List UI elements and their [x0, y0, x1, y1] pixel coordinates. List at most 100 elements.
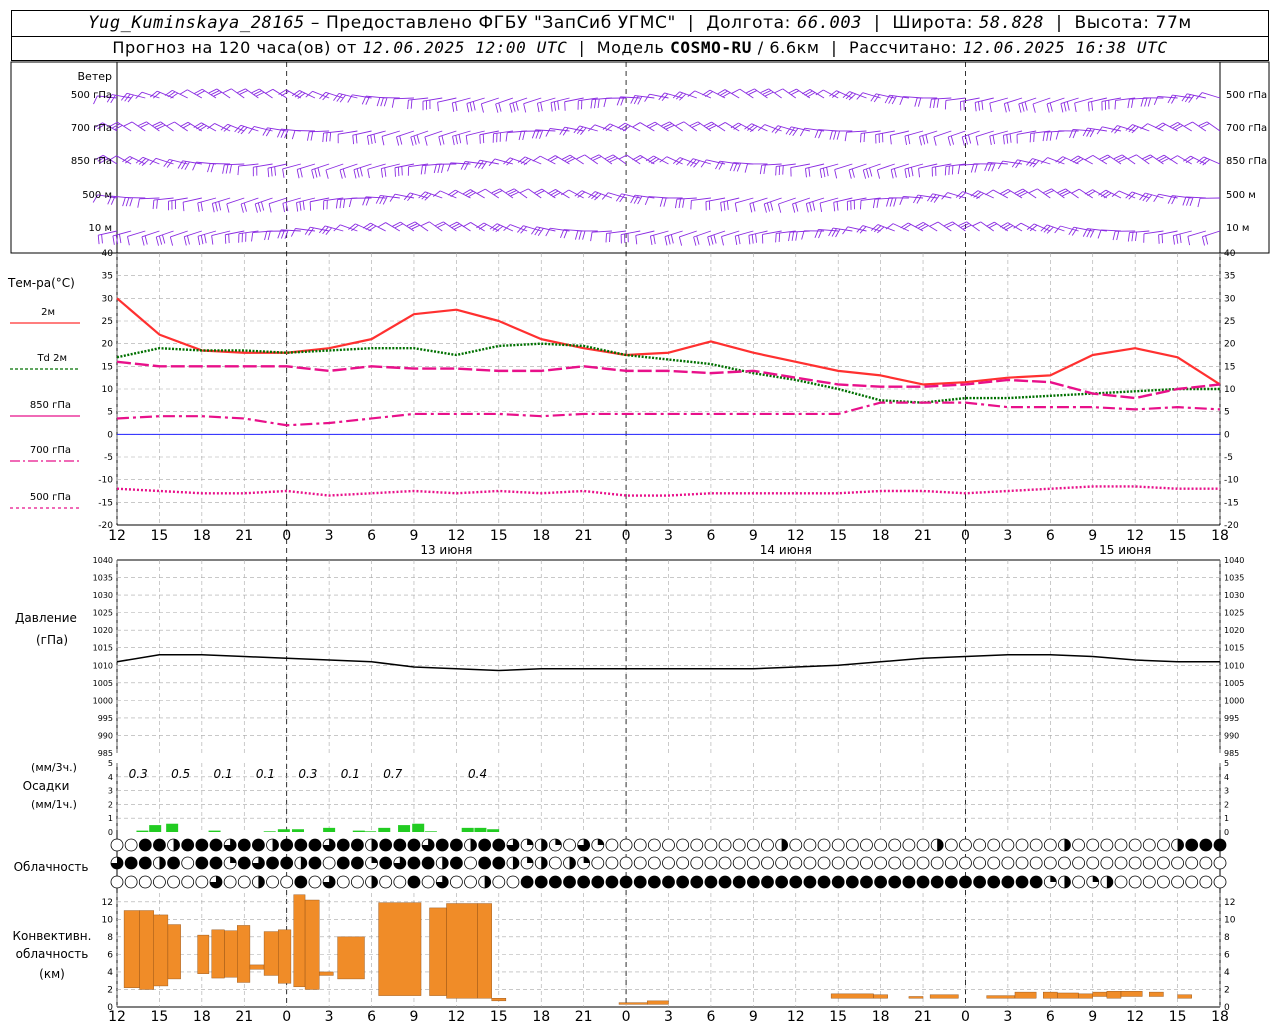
convective-cloud-bar [319, 971, 334, 976]
wind-barb-feather [829, 130, 833, 140]
wind-barb-shaft [127, 230, 146, 237]
wind-barb-feather [1084, 155, 1094, 161]
wind-barb-feather [1161, 234, 1164, 244]
cloud-cover-symbol [916, 856, 930, 870]
wind-barb-feather [795, 231, 798, 241]
convective-cloud-bar [278, 929, 292, 984]
wind-barb-feather [981, 100, 984, 110]
cloud-cover-symbol [1128, 856, 1142, 870]
wind-barb-feather [759, 165, 763, 175]
conv-tick-left: 12 [102, 898, 113, 908]
wind-barb-shaft [1202, 230, 1221, 238]
wind-barb-feather [752, 202, 756, 212]
wind-barb-feather [860, 133, 862, 143]
wind-barb-feather [122, 197, 126, 207]
cloud-cover-fill [470, 839, 477, 851]
conv-tick-left: 4 [107, 968, 113, 978]
wind-barb-feather [678, 236, 683, 246]
wind-barb-feather [553, 101, 556, 111]
pressure-tick-right: 990 [1224, 731, 1239, 740]
wind-barb-feather [1176, 234, 1179, 244]
cloud-cover-symbol [860, 856, 873, 870]
wind-barb-feather [1114, 100, 1117, 110]
wind-barb-feather [862, 169, 867, 179]
wind-barb-feather [936, 98, 940, 108]
cloud-cover-symbol [266, 875, 279, 889]
temp-tick-left: -10 [98, 476, 113, 486]
date-label: 14 июня [760, 543, 812, 557]
wind-barb-feather [766, 202, 771, 212]
cloud-cover-symbol [1185, 856, 1199, 870]
wind-barb-shaft [778, 197, 796, 205]
cloud-cover-symbol [294, 838, 308, 852]
cloud-cover-fill [541, 857, 548, 869]
convective-cloud-bar [429, 907, 447, 996]
wind-barb-feather [401, 166, 403, 176]
convective-cloud-bar [491, 998, 507, 1002]
wind-barb-feather [169, 236, 174, 246]
wind-barb-feather [914, 97, 918, 107]
wind-barb-feather [972, 221, 981, 227]
wind-barb-feather [144, 235, 148, 245]
wind-barb-feather [274, 166, 276, 176]
wind-barb-feather [433, 164, 437, 174]
wind-barb-feather [200, 201, 203, 211]
cloud-cover-symbol [1142, 856, 1156, 870]
cloud-cover-symbol [449, 875, 463, 889]
wind-barb-feather [989, 103, 992, 113]
cloud-cover-symbol [1157, 856, 1170, 870]
wind-barb-shaft [240, 197, 259, 205]
wind-barb-feather [229, 164, 232, 174]
wind-barb-feather [218, 201, 222, 211]
pressure-tick-left: 1005 [93, 679, 113, 688]
cloud-cover-symbol [1128, 875, 1142, 889]
time-tick-label: 21 [235, 1009, 253, 1024]
time-tick-label: 3 [664, 528, 673, 544]
wind-barb-feather [460, 161, 466, 170]
cloud-cover-symbol [874, 875, 888, 889]
pressure-tick-right: 1035 [1224, 574, 1244, 583]
wind-barb-feather [1091, 101, 1094, 111]
pressure-tick-right: 1025 [1224, 609, 1244, 618]
wind-barb-feather [836, 201, 839, 211]
pressure-panel-title: Давление [15, 611, 77, 625]
meteogram: 0.3 0.5 0.1 0.1 0.3 0.1 0.7 0.4 -20 -20-15 -15-10… [7, 61, 1270, 1024]
precip-amount-label: 0.3 [129, 767, 148, 781]
pressure-tick-left: 1035 [93, 574, 113, 583]
convective-cloud-bars [123, 894, 1192, 1005]
temp-tick-left: 35 [102, 272, 113, 282]
wind-barb-feather [819, 202, 823, 213]
date-label: 15 июня [1099, 543, 1151, 557]
wind-barb-feather [974, 163, 978, 173]
cloud-cover-symbol [379, 838, 393, 852]
wind-barb-feather [1184, 121, 1193, 127]
wind-barb-feather [726, 200, 729, 210]
wind-barb-feather [396, 136, 400, 146]
pressure-tick-left: 1010 [93, 661, 113, 670]
cloud-cover-symbol [803, 856, 817, 870]
cloud-cover-symbol [181, 875, 195, 889]
wind-barb-feather [778, 232, 781, 242]
wind-barb-feather [693, 236, 697, 246]
precip-bar [149, 825, 162, 832]
time-tick-label: 9 [1088, 1009, 1097, 1024]
time-tick-label: 9 [749, 1009, 758, 1024]
time-tick-label: 6 [1046, 528, 1055, 544]
wind-barb-feather [1063, 102, 1067, 112]
cloud-cover-symbol [662, 838, 675, 852]
time-tick-label: 15 [490, 528, 508, 544]
wind-barb-feather [1097, 229, 1102, 239]
wind-barb-feather [356, 168, 360, 178]
cloud-cover-symbol [704, 856, 718, 870]
wind-barb-feather [226, 203, 230, 213]
convective-cloud-bar [477, 903, 492, 999]
wind-barb-feather [353, 169, 357, 179]
legend-label: Td 2м [36, 353, 67, 364]
cloud-cover-symbol [1072, 856, 1085, 870]
wind-barbs [92, 88, 1221, 246]
convective-cloud-bar [224, 930, 238, 978]
temp-tick-left: 40 [102, 249, 114, 259]
wind-barb-feather [505, 132, 508, 142]
wind-barb-feather [818, 129, 823, 139]
cloud-cover-symbol [464, 875, 477, 889]
